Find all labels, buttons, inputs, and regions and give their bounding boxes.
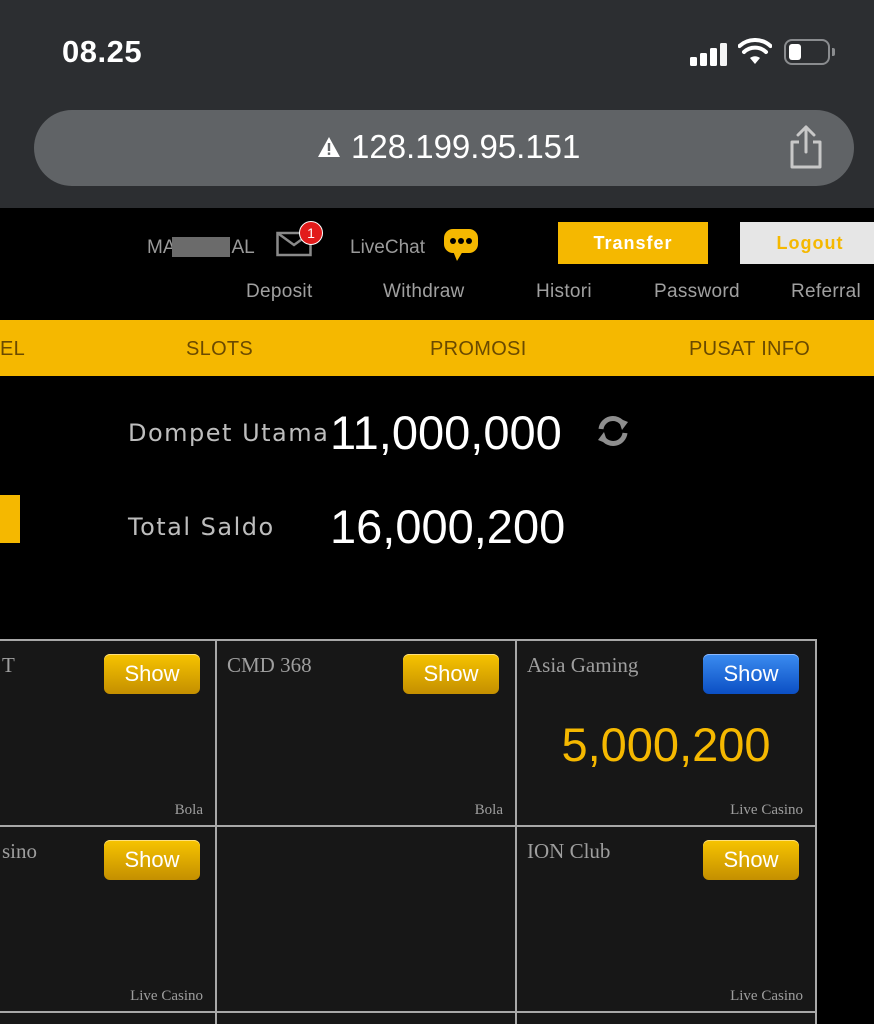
username-redaction	[172, 237, 230, 257]
provider-card	[215, 1011, 517, 1024]
address-bar[interactable]: 128.199.95.151	[34, 110, 854, 186]
battery-icon	[784, 39, 835, 65]
livechat-link[interactable]: LiveChat	[350, 237, 425, 259]
main-wallet-value: 11,000,000	[330, 406, 562, 459]
nav-item-partial[interactable]: EL	[0, 338, 25, 361]
show-button[interactable]: Show	[703, 840, 799, 880]
cellular-signal-icon	[690, 42, 730, 66]
nav-item-slots[interactable]: SLOTS	[186, 338, 253, 361]
histori-link[interactable]: Histori	[536, 281, 592, 303]
show-button[interactable]: Show	[403, 654, 499, 694]
logout-button[interactable]: Logout	[740, 222, 874, 264]
provider-name: CMD 368	[227, 653, 312, 677]
notification-badge: 1	[299, 221, 323, 245]
provider-card-empty	[215, 825, 517, 1013]
main-nav: EL SLOTS PROMOSI PUSAT INFO	[0, 320, 874, 376]
chat-bubble-icon[interactable]	[443, 228, 479, 262]
site-page: MA AL 1 LiveChat Transfer Logout Deposit …	[0, 208, 874, 1024]
wifi-icon	[738, 38, 772, 64]
provider-name: T	[2, 653, 15, 677]
provider-card: sino Show Live Casino	[0, 825, 217, 1013]
provider-type: Live Casino	[730, 802, 803, 818]
main-wallet-label: Dompet Utama	[128, 419, 330, 447]
transfer-button[interactable]: Transfer	[558, 222, 708, 264]
share-icon[interactable]	[787, 124, 825, 170]
side-tab[interactable]	[0, 495, 20, 543]
provider-type: Live Casino	[730, 988, 803, 1004]
show-button[interactable]: Show	[703, 654, 799, 694]
show-button[interactable]: Show	[104, 654, 200, 694]
provider-name: ION Club	[527, 839, 611, 863]
provider-card: T Show Bola	[0, 639, 217, 827]
provider-name: sino	[2, 839, 38, 863]
status-time: 08.25	[62, 34, 143, 69]
warning-icon	[318, 137, 340, 157]
provider-type: Live Casino	[130, 988, 203, 1004]
withdraw-link[interactable]: Withdraw	[383, 281, 465, 303]
provider-card: ION Club Show Live Casino	[515, 825, 817, 1013]
total-balance-label: Total Saldo	[128, 513, 275, 541]
password-link[interactable]: Password	[654, 281, 740, 303]
provider-type: Bola	[174, 802, 203, 818]
provider-card	[515, 1011, 817, 1024]
nav-item-promosi[interactable]: PROMOSI	[430, 338, 527, 361]
provider-card: Asia Gaming Show 5,000,200 Live Casino	[515, 639, 817, 827]
provider-card	[0, 1011, 217, 1024]
referral-link[interactable]: Referral	[791, 281, 861, 303]
show-button[interactable]: Show	[104, 840, 200, 880]
provider-type: Bola	[474, 802, 503, 818]
provider-name: Asia Gaming	[527, 653, 639, 677]
total-balance-value: 16,000,200	[330, 500, 566, 553]
browser-chrome: 08.25 128.199.95.151	[0, 0, 874, 208]
provider-card: CMD 368 Show Bola	[215, 639, 517, 827]
nav-item-pusat-info[interactable]: PUSAT INFO	[689, 338, 810, 361]
deposit-link[interactable]: Deposit	[246, 281, 313, 303]
url-text: 128.199.95.151	[351, 128, 581, 165]
refresh-icon[interactable]	[594, 414, 632, 448]
provider-balance: 5,000,200	[561, 718, 771, 771]
